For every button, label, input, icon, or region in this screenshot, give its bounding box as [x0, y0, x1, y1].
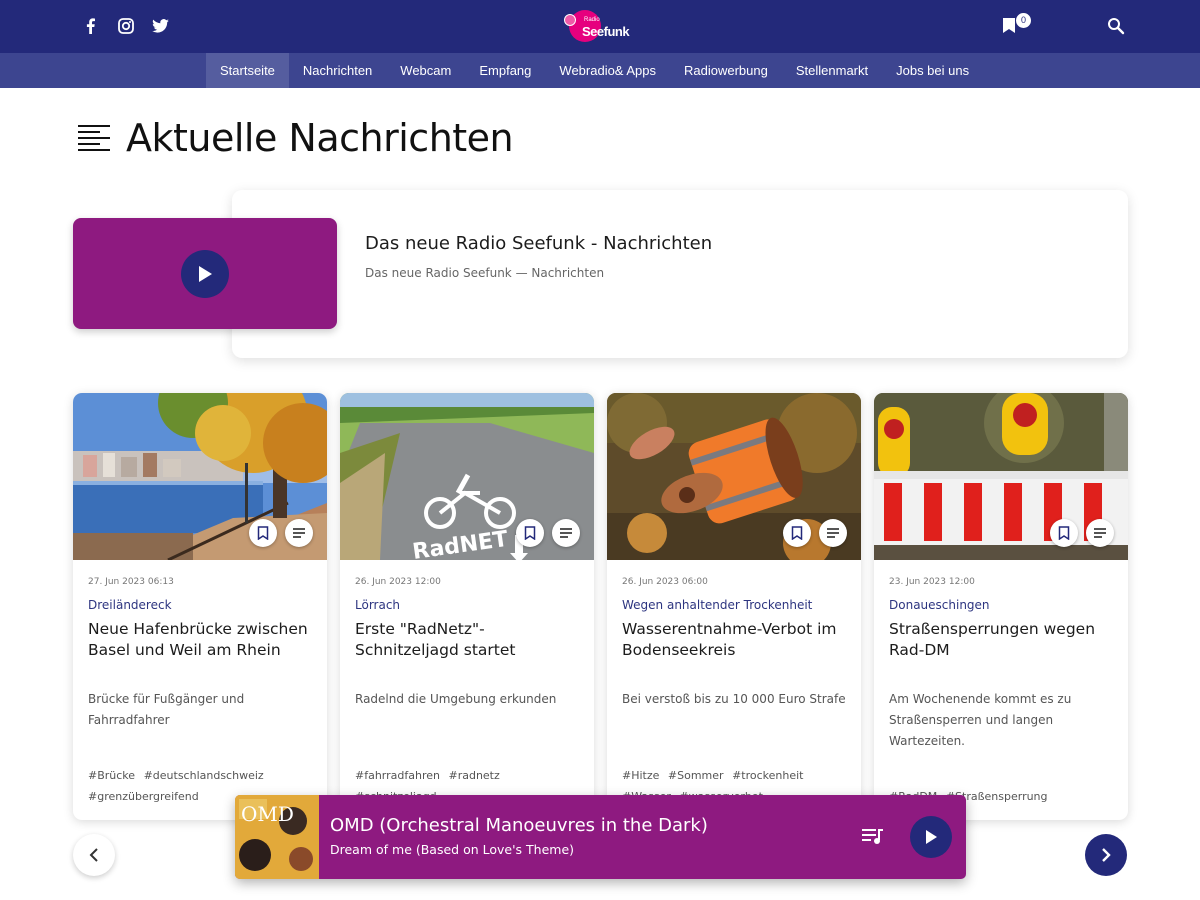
tag-link[interactable]: #Brücke: [88, 769, 135, 782]
featured-subtitle: Das neue Radio Seefunk — Nachrichten: [365, 266, 605, 280]
article-text-button[interactable]: [285, 519, 313, 547]
playlist-icon[interactable]: [862, 827, 884, 849]
text-icon: [293, 528, 305, 538]
news-card[interactable]: 27. Jun 2023 06:13 Dreiländereck Neue Ha…: [73, 393, 327, 820]
bookmark-article-button[interactable]: [1050, 519, 1078, 547]
tag-link[interactable]: #deutschlandschweiz: [144, 769, 264, 782]
nav-item-jobs[interactable]: Jobs bei uns: [882, 53, 983, 88]
news-card[interactable]: RadNET 26. Jun 2023 12:00 Lörrach Erste …: [340, 393, 594, 820]
tag-link[interactable]: #grenzübergreifend: [88, 790, 199, 803]
social-links: [82, 16, 169, 36]
bookmark-icon: [1058, 526, 1070, 540]
featured-news-card[interactable]: Das neue Radio Seefunk - Nachrichten Das…: [232, 190, 1128, 358]
nav-item-nachrichten[interactable]: Nachrichten: [289, 53, 386, 88]
nav-item-webradio-apps[interactable]: Webradio& Apps: [545, 53, 670, 88]
news-card[interactable]: 26. Jun 2023 06:00 Wegen anhaltender Tro…: [607, 393, 861, 820]
article-date: 23. Jun 2023 12:00: [889, 577, 975, 587]
article-date: 26. Jun 2023 06:00: [622, 577, 708, 587]
article-teaser: Radelnd die Umgebung erkunden: [355, 692, 557, 706]
article-title[interactable]: Straßensperrungen wegen Rad-DM: [889, 619, 1121, 661]
bookmark-icon: [1003, 18, 1015, 33]
nav-item-webcam[interactable]: Webcam: [386, 53, 465, 88]
article-date: 27. Jun 2023 06:13: [88, 577, 174, 587]
player-play-button[interactable]: [910, 816, 952, 858]
bookmarks-button[interactable]: 0: [1002, 13, 1032, 41]
tag-link[interactable]: #Sommer: [668, 769, 724, 782]
text-icon: [1094, 528, 1106, 538]
nav-item-empfang[interactable]: Empfang: [465, 53, 545, 88]
list-icon: [78, 125, 110, 151]
page-heading: Aktuelle Nachrichten: [78, 116, 514, 160]
article-title[interactable]: Erste "RadNetz"-Schnitzeljagd startet: [355, 619, 587, 661]
article-teaser: Am Wochenende kommt es zu Straßensperren…: [889, 692, 1072, 748]
instagram-icon[interactable]: [117, 16, 134, 36]
text-icon: [827, 528, 839, 538]
play-icon: [199, 266, 212, 282]
logo-radio-text: Radio: [584, 17, 600, 23]
bookmark-icon: [257, 526, 269, 540]
bookmark-article-button[interactable]: [249, 519, 277, 547]
logo-dot: [564, 14, 576, 26]
article-date: 26. Jun 2023 12:00: [355, 577, 441, 587]
logo-name-text: Seefunk: [582, 24, 630, 39]
article-kicker[interactable]: Donaueschingen: [889, 598, 990, 612]
radio-seefunk-logo[interactable]: Radio Seefunk: [562, 8, 638, 46]
featured-audio-thumbnail[interactable]: [73, 218, 337, 329]
article-kicker[interactable]: Lörrach: [355, 598, 400, 612]
tag-link[interactable]: #Hitze: [622, 769, 659, 782]
bookmark-article-button[interactable]: [783, 519, 811, 547]
chevron-left-icon: [89, 848, 98, 862]
carousel-next-button[interactable]: [1085, 834, 1127, 876]
top-bar: Radio Seefunk 0: [0, 0, 1200, 53]
nav-item-startseite[interactable]: Startseite: [206, 53, 289, 88]
article-kicker[interactable]: Wegen anhaltender Trockenheit: [622, 598, 812, 612]
article-teaser: Bei verstoß bis zu 10 000 Euro Strafe: [622, 692, 846, 706]
article-teaser: Brücke für Fußgänger und Fahrradfahrer: [88, 692, 245, 727]
album-cover: OMD: [235, 795, 319, 879]
now-playing-artist: OMD (Orchestral Manoeuvres in the Dark): [330, 815, 708, 836]
bookmark-icon: [791, 526, 803, 540]
bookmark-count-badge: 0: [1016, 13, 1031, 28]
facebook-icon[interactable]: [82, 16, 99, 36]
search-icon: [1108, 18, 1125, 35]
play-icon: [926, 830, 937, 844]
article-title[interactable]: Wasserentnahme-Verbot im Bodenseekreis: [622, 619, 854, 661]
main-navigation: Startseite Nachrichten Webcam Empfang We…: [0, 53, 1200, 88]
article-text-button[interactable]: [819, 519, 847, 547]
article-title[interactable]: Neue Hafenbrücke zwischen Basel und Weil…: [88, 619, 320, 661]
now-playing-bar[interactable]: OMD OMD (Orchestral Manoeuvres in the Da…: [235, 795, 966, 879]
page-title: Aktuelle Nachrichten: [126, 116, 514, 160]
nav-item-radiowerbung[interactable]: Radiowerbung: [670, 53, 782, 88]
featured-play-button[interactable]: [181, 250, 229, 298]
news-card[interactable]: 23. Jun 2023 12:00 Donaueschingen Straße…: [874, 393, 1128, 820]
twitter-icon[interactable]: [152, 16, 169, 36]
article-text-button[interactable]: [552, 519, 580, 547]
tag-link[interactable]: #radnetz: [448, 769, 499, 782]
article-kicker[interactable]: Dreiländereck: [88, 598, 172, 612]
tag-link[interactable]: #fahrradfahren: [355, 769, 440, 782]
carousel-prev-button[interactable]: [73, 834, 115, 876]
search-button[interactable]: [1107, 17, 1127, 37]
tag-link[interactable]: #trockenheit: [732, 769, 803, 782]
now-playing-song: Dream of me (Based on Love's Theme): [330, 842, 575, 857]
bookmark-icon: [524, 526, 536, 540]
text-icon: [560, 528, 572, 538]
bookmark-article-button[interactable]: [516, 519, 544, 547]
featured-title[interactable]: Das neue Radio Seefunk - Nachrichten: [365, 233, 712, 254]
article-text-button[interactable]: [1086, 519, 1114, 547]
album-cover-text: OMD: [241, 802, 294, 826]
chevron-right-icon: [1102, 848, 1111, 862]
nav-item-stellenmarkt[interactable]: Stellenmarkt: [782, 53, 882, 88]
